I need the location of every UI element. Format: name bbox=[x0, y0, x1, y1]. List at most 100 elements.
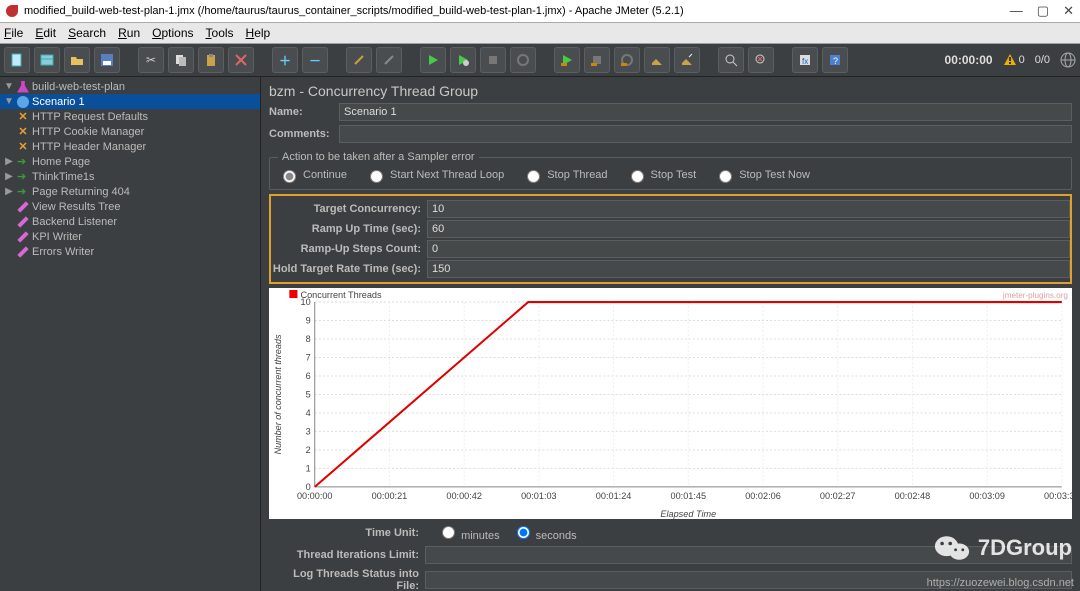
action-stop-test-now[interactable]: Stop Test Now bbox=[714, 167, 810, 183]
main-panel: bzm - Concurrency Thread Group Name: Com… bbox=[261, 77, 1080, 591]
clear-button[interactable] bbox=[644, 47, 670, 73]
ramp-up-input[interactable] bbox=[427, 220, 1070, 238]
steps-label: Ramp-Up Steps Count: bbox=[271, 243, 421, 255]
copy-button[interactable] bbox=[168, 47, 194, 73]
shutdown-button[interactable] bbox=[510, 47, 536, 73]
svg-text:2: 2 bbox=[306, 445, 311, 455]
window-title-bar: modified_build-web-test-plan-1.jmx (/hom… bbox=[0, 0, 1080, 23]
maximize-button[interactable]: ▢ bbox=[1037, 3, 1049, 19]
open-button[interactable] bbox=[64, 47, 90, 73]
svg-text:00:03:30: 00:03:30 bbox=[1044, 491, 1072, 501]
tree-item[interactable]: ▶➔ThinkTime1s bbox=[0, 169, 260, 184]
iterations-input[interactable] bbox=[425, 546, 1072, 564]
tree-item[interactable]: ✕HTTP Cookie Manager bbox=[0, 124, 260, 139]
action-continue[interactable]: Continue bbox=[278, 167, 347, 183]
save-button[interactable] bbox=[94, 47, 120, 73]
jmeter-logo-icon bbox=[6, 5, 18, 17]
tree-item[interactable]: KPI Writer bbox=[0, 229, 260, 244]
menu-search[interactable]: Search bbox=[68, 26, 106, 40]
tree-item[interactable]: View Results Tree bbox=[0, 199, 260, 214]
tree-root[interactable]: ▼build-web-test-plan bbox=[0, 79, 260, 94]
log-file-label: Log Threads Status into File: bbox=[269, 568, 419, 591]
disable-button[interactable] bbox=[376, 47, 402, 73]
concurrency-chart: 01234567891000:00:0000:00:2100:00:4200:0… bbox=[269, 288, 1072, 519]
collapse-button[interactable]: － bbox=[302, 47, 328, 73]
delete-button[interactable] bbox=[228, 47, 254, 73]
search-button[interactable] bbox=[718, 47, 744, 73]
tree-item[interactable]: ✕HTTP Header Manager bbox=[0, 139, 260, 154]
tree-item[interactable]: ▶➔Home Page bbox=[0, 154, 260, 169]
time-unit-seconds[interactable]: seconds bbox=[512, 523, 577, 542]
target-concurrency-input[interactable] bbox=[427, 200, 1070, 218]
svg-text:Concurrent Threads: Concurrent Threads bbox=[301, 290, 383, 300]
steps-input[interactable] bbox=[427, 240, 1070, 258]
templates-button[interactable] bbox=[34, 47, 60, 73]
warning-count: 0 bbox=[1019, 54, 1025, 66]
svg-text:3: 3 bbox=[306, 426, 311, 436]
cut-button[interactable]: ✂ bbox=[138, 47, 164, 73]
remote-stop-button[interactable] bbox=[584, 47, 610, 73]
svg-text:7: 7 bbox=[306, 353, 311, 363]
svg-text:5: 5 bbox=[306, 390, 311, 400]
hold-input[interactable] bbox=[427, 260, 1070, 278]
svg-text:00:00:21: 00:00:21 bbox=[372, 491, 408, 501]
minimize-button[interactable]: — bbox=[1010, 3, 1023, 19]
toggle-button[interactable] bbox=[346, 47, 372, 73]
menu-run[interactable]: Run bbox=[118, 26, 140, 40]
tree-item[interactable]: Errors Writer bbox=[0, 244, 260, 259]
paste-button[interactable] bbox=[198, 47, 224, 73]
action-stop-thread[interactable]: Stop Thread bbox=[522, 167, 607, 183]
tree-item[interactable]: Backend Listener bbox=[0, 214, 260, 229]
time-unit-minutes[interactable]: minutes bbox=[437, 523, 500, 542]
footer-url: https://zuozewei.blog.csdn.net bbox=[927, 577, 1074, 589]
ramp-up-label: Ramp Up Time (sec): bbox=[271, 223, 421, 235]
comments-label: Comments: bbox=[269, 128, 339, 140]
iterations-label: Thread Iterations Limit: bbox=[269, 549, 419, 561]
svg-text:Number of concurrent threads: Number of concurrent threads bbox=[273, 334, 283, 454]
window-title: modified_build-web-test-plan-1.jmx (/hom… bbox=[24, 5, 1010, 17]
remote-start-button[interactable] bbox=[554, 47, 580, 73]
function-helper-button[interactable]: fx bbox=[792, 47, 818, 73]
action-stop-test[interactable]: Stop Test bbox=[626, 167, 697, 183]
clear-all-button[interactable] bbox=[674, 47, 700, 73]
comments-input[interactable] bbox=[339, 125, 1072, 143]
name-label: Name: bbox=[269, 106, 339, 118]
menu-file[interactable]: File bbox=[4, 26, 23, 40]
test-plan-tree[interactable]: ▼build-web-test-plan ▼Scenario 1 ✕HTTP R… bbox=[0, 77, 261, 591]
svg-text:00:01:45: 00:01:45 bbox=[671, 491, 707, 501]
svg-text:9: 9 bbox=[306, 316, 311, 326]
svg-text:00:02:27: 00:02:27 bbox=[820, 491, 856, 501]
elapsed-timer: 00:00:00 bbox=[945, 53, 993, 67]
start-no-pause-button[interactable] bbox=[450, 47, 476, 73]
time-unit-label: Time Unit: bbox=[269, 527, 419, 539]
name-input[interactable] bbox=[339, 103, 1072, 121]
svg-text:8: 8 bbox=[306, 334, 311, 344]
action-legend: Action to be taken after a Sampler error bbox=[278, 151, 479, 163]
svg-text:00:02:48: 00:02:48 bbox=[895, 491, 931, 501]
globe-icon bbox=[1060, 52, 1076, 68]
target-concurrency-label: Target Concurrency: bbox=[271, 203, 421, 215]
menu-help[interactable]: Help bbox=[246, 26, 271, 40]
menu-bar: File Edit Search Run Options Tools Help bbox=[0, 23, 1080, 44]
action-start-next[interactable]: Start Next Thread Loop bbox=[365, 167, 504, 183]
remote-shutdown-button[interactable] bbox=[614, 47, 640, 73]
new-button[interactable] bbox=[4, 47, 30, 73]
svg-text:00:00:00: 00:00:00 bbox=[297, 491, 333, 501]
close-button[interactable]: ✕ bbox=[1063, 3, 1074, 19]
start-button[interactable] bbox=[420, 47, 446, 73]
expand-button[interactable]: ＋ bbox=[272, 47, 298, 73]
tree-item[interactable]: ✕HTTP Request Defaults bbox=[0, 109, 260, 124]
reset-search-button[interactable] bbox=[748, 47, 774, 73]
warning-icon bbox=[1003, 53, 1017, 67]
menu-options[interactable]: Options bbox=[152, 26, 193, 40]
svg-text:4: 4 bbox=[306, 408, 311, 418]
svg-text:6: 6 bbox=[306, 371, 311, 381]
svg-text:?: ? bbox=[833, 56, 838, 66]
stop-button[interactable] bbox=[480, 47, 506, 73]
menu-edit[interactable]: Edit bbox=[35, 26, 56, 40]
tree-scenario[interactable]: ▼Scenario 1 bbox=[0, 94, 260, 109]
help-button[interactable]: ? bbox=[822, 47, 848, 73]
tree-item[interactable]: ▶➔Page Returning 404 bbox=[0, 184, 260, 199]
svg-text:00:01:24: 00:01:24 bbox=[596, 491, 632, 501]
menu-tools[interactable]: Tools bbox=[206, 26, 234, 40]
